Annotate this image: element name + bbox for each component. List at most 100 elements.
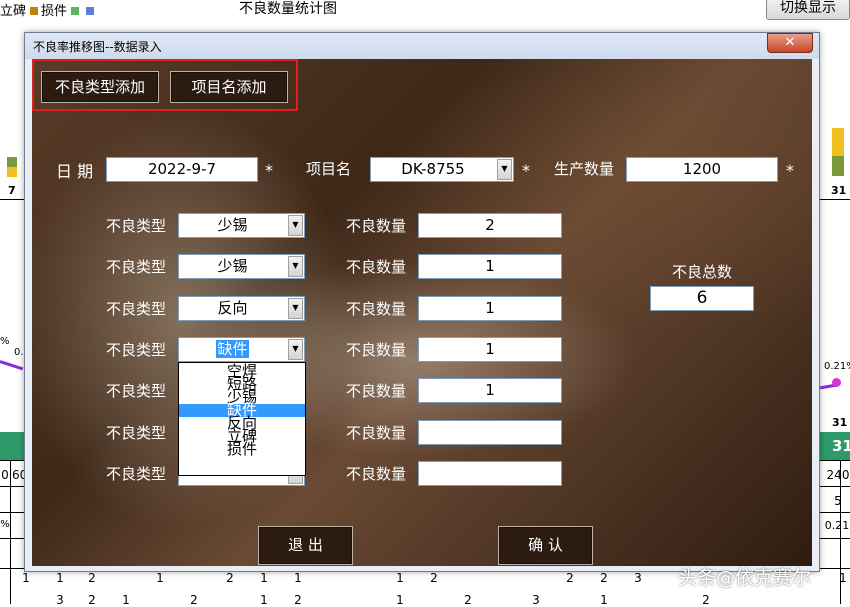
- bottom-cell: 2: [88, 571, 96, 585]
- close-icon: ✕: [784, 35, 796, 50]
- bottom-cell: 1: [122, 593, 130, 607]
- bottom-cell: 1: [56, 571, 64, 585]
- defect-count-label: 不良数量: [346, 382, 407, 400]
- chevron-down-icon[interactable]: ▼: [497, 159, 512, 180]
- defect-total-label: 不良总数: [672, 263, 733, 281]
- bottom-cell: 2: [88, 593, 96, 607]
- defect-total-field: 6: [650, 286, 754, 311]
- right-pct-label: 0.21%: [824, 361, 850, 372]
- bottom-cell: 2: [566, 571, 574, 585]
- add-defect-type-button[interactable]: 不良类型添加: [41, 71, 159, 103]
- dialog-client-area: 不良类型添加 项目名添加 日 期 2022-9-7 * 项目名 DK-8755 …: [32, 59, 812, 566]
- right-cell-3: 0.21: [824, 519, 850, 532]
- exit-button[interactable]: 退 出: [258, 526, 353, 565]
- item-name-value: DK-8755: [401, 160, 465, 178]
- defect-count-field[interactable]: 1: [418, 254, 562, 279]
- defect-type-label: 不良类型: [106, 424, 167, 442]
- defect-type-combo[interactable]: 反向 ▼: [178, 296, 305, 321]
- defect-type-value: 少锡: [217, 257, 248, 275]
- chevron-down-icon[interactable]: ▼: [288, 298, 303, 319]
- defect-type-label: 不良类型: [106, 465, 167, 483]
- bottom-cell: 1: [156, 571, 164, 585]
- bottom-cell: 1: [22, 571, 30, 585]
- bottom-cell: 2: [226, 571, 234, 585]
- defect-type-combo[interactable]: 少锡 ▼: [178, 213, 305, 238]
- legend-swatch-3: [86, 7, 95, 15]
- item-name-combo[interactable]: DK-8755 ▼: [370, 157, 514, 182]
- right-cell-2: 5: [834, 494, 842, 508]
- watermark: 头条@依克赛尔: [678, 567, 812, 589]
- right-gridline: [820, 199, 850, 200]
- defect-type-label: 不良类型: [106, 217, 167, 235]
- legend-label-1: 立碑: [0, 4, 27, 19]
- chevron-down-icon[interactable]: ▼: [288, 339, 303, 360]
- production-qty-label: 生产数量: [554, 160, 615, 178]
- defect-type-dropdown: 空焊 短路 少锡 缺件 反向 立碑 损件: [178, 362, 306, 476]
- left-gridline: [0, 199, 24, 200]
- add-item-name-button[interactable]: 项目名添加: [170, 71, 288, 103]
- toggle-display-button[interactable]: 切换显示: [766, 0, 850, 20]
- bottom-cell: 2: [600, 571, 608, 585]
- bottom-cell: 2: [190, 593, 198, 607]
- bottom-cell: 1: [396, 593, 404, 607]
- bottom-cell: 1: [294, 571, 302, 585]
- defect-count-field[interactable]: 1: [418, 337, 562, 362]
- defect-count-label: 不良数量: [346, 424, 407, 442]
- bottom-cell: 2: [294, 593, 302, 607]
- bottom-cell: 1: [260, 571, 268, 585]
- right-bar-green: [832, 156, 844, 176]
- data-entry-dialog: 不良率推移图--数据录入 ✕ 不良类型添加 项目名添加 日 期 2022-9-7…: [24, 32, 820, 572]
- defect-count-field[interactable]: [418, 461, 562, 486]
- left-bar-yellow: [7, 167, 17, 177]
- required-mark: *: [786, 161, 794, 180]
- left-trend-line: [0, 360, 24, 371]
- defect-type-value: 少锡: [217, 216, 248, 234]
- bottom-cell: 2: [464, 593, 472, 607]
- right-axis-num: 31: [831, 184, 847, 197]
- defect-type-label: 不良类型: [106, 382, 167, 400]
- bottom-cell: 3: [634, 571, 642, 585]
- bottom-cell: 1: [260, 593, 268, 607]
- defect-count-label: 不良数量: [346, 217, 407, 235]
- defect-type-label: 不良类型: [106, 258, 167, 276]
- defect-count-label: 不良数量: [346, 341, 407, 359]
- right-trend-dot: [832, 378, 841, 387]
- defect-type-combo[interactable]: 少锡 ▼: [178, 254, 305, 279]
- dropdown-option[interactable]: 损件: [179, 442, 305, 457]
- production-qty-field[interactable]: 1200: [626, 157, 778, 182]
- selected-text: 缺件: [216, 340, 249, 358]
- bottom-cell: 1: [600, 593, 608, 607]
- item-name-label: 项目名: [306, 160, 352, 178]
- defect-count-field[interactable]: 2: [418, 213, 562, 238]
- right-axis-num-2: 31: [832, 416, 848, 429]
- dialog-title: 不良率推移图--数据录入: [33, 40, 162, 54]
- chart-title: 不良数量统计图: [239, 1, 337, 17]
- bottom-cell: 1: [396, 571, 404, 585]
- confirm-button[interactable]: 确 认: [498, 526, 593, 565]
- right-header-num: 31: [832, 437, 850, 455]
- defect-count-label: 不良数量: [346, 465, 407, 483]
- required-mark: *: [522, 161, 530, 180]
- bottom-cell: 2: [430, 571, 438, 585]
- left-cell-3: %: [0, 519, 10, 530]
- date-field[interactable]: 2022-9-7: [106, 157, 258, 182]
- defect-count-label: 不良数量: [346, 300, 407, 318]
- bottom-cell: 2: [702, 593, 710, 607]
- defect-count-field[interactable]: 1: [418, 296, 562, 321]
- left-header-cell: [0, 432, 24, 460]
- right-bar-yellow: [832, 128, 844, 156]
- legend-swatch-2: [71, 7, 80, 15]
- close-button[interactable]: ✕: [767, 33, 813, 53]
- chevron-down-icon[interactable]: ▼: [288, 256, 303, 277]
- dialog-titlebar[interactable]: 不良率推移图--数据录入: [25, 33, 819, 59]
- chevron-down-icon[interactable]: ▼: [288, 215, 303, 236]
- left-cell-1: 0: [1, 468, 9, 482]
- chart-legend: 立碑 损件: [0, 0, 97, 19]
- defect-type-value: 缺件: [179, 338, 286, 361]
- defect-type-combo-open[interactable]: 缺件 ▼: [178, 337, 305, 362]
- defect-count-label: 不良数量: [346, 258, 407, 276]
- bottom-cell: 1: [839, 571, 847, 585]
- defect-type-value: 反向: [217, 299, 248, 317]
- defect-count-field[interactable]: [418, 420, 562, 445]
- defect-count-field[interactable]: 1: [418, 378, 562, 403]
